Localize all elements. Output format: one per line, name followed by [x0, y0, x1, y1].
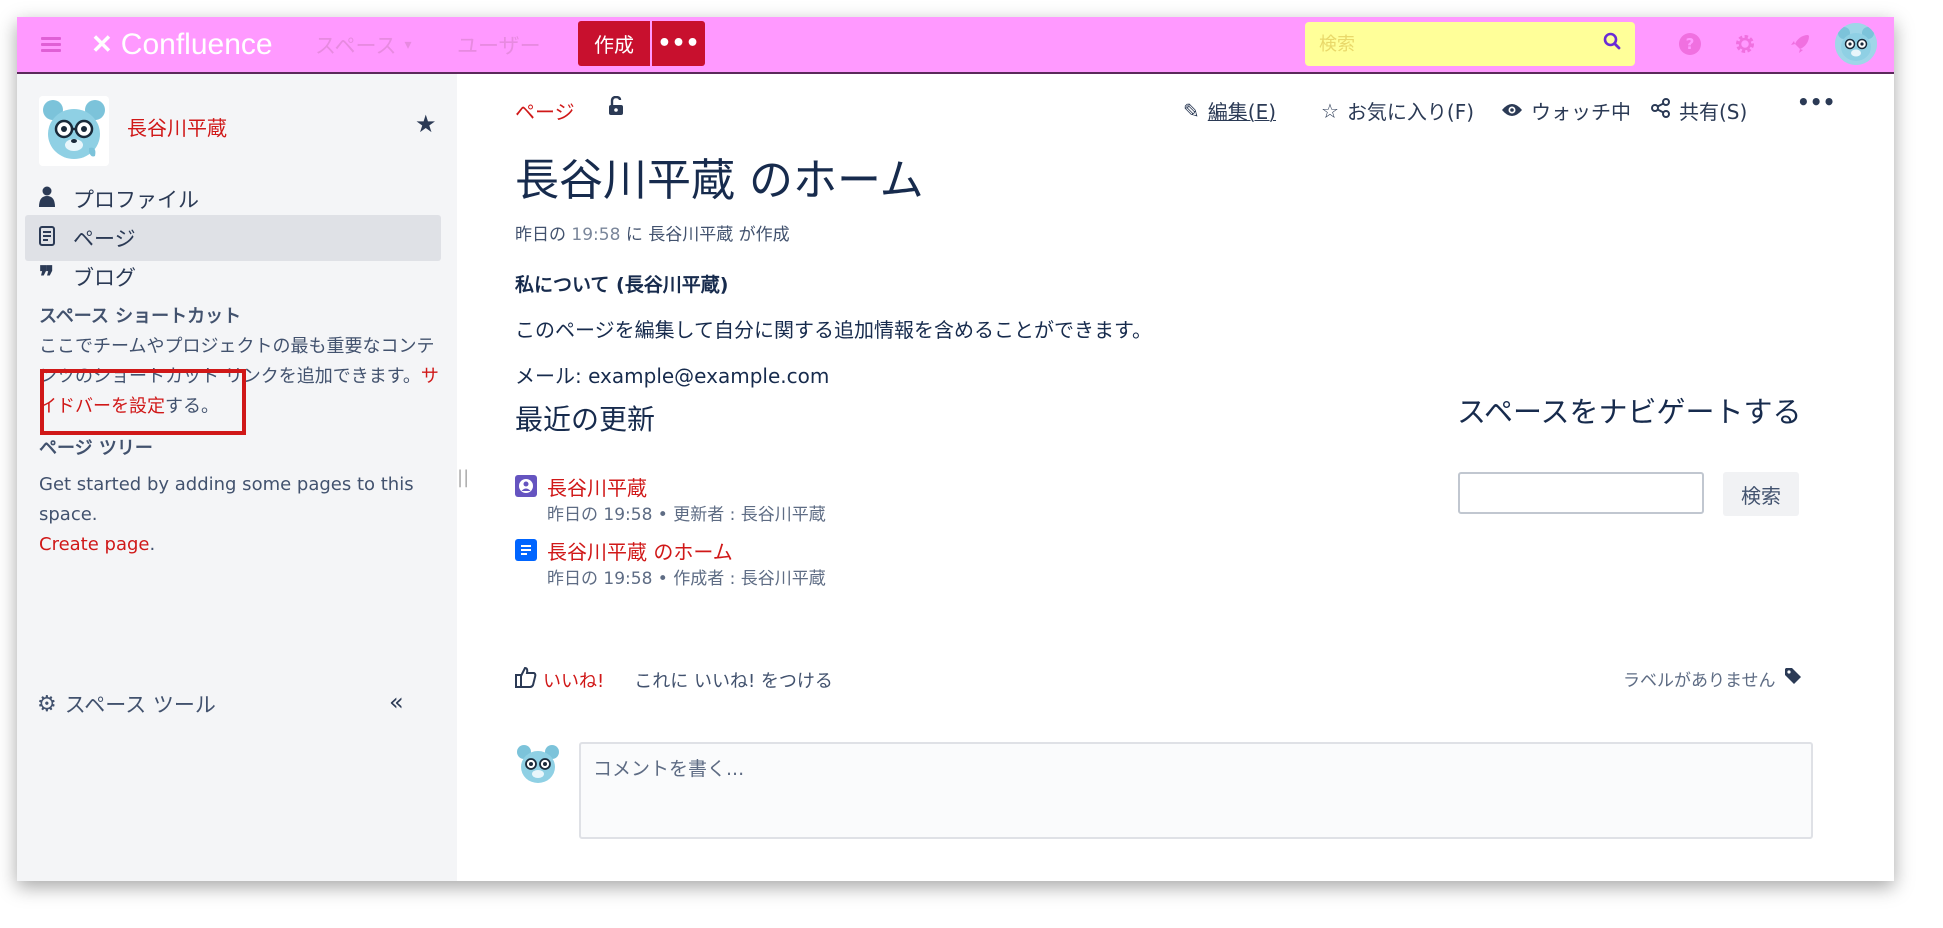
menu-icon[interactable] — [41, 17, 67, 72]
email-paragraph: メール: example@example.com — [515, 364, 830, 388]
page-tree-description: Get started by adding some pages to this… — [39, 470, 439, 560]
page-tree-text: Get started by adding some pages to this… — [39, 474, 414, 525]
app-window: ✕ Confluence スペース ▾ ユーザー 作成 ••• ? — [17, 17, 1894, 881]
about-paragraph: このページを編集して自分に関する追加情報を含めることができます。 — [515, 318, 1152, 342]
search-input[interactable] — [1305, 22, 1591, 66]
page-byline: 昨日の 19:58 に 長谷川平蔵 が作成 — [515, 220, 790, 245]
gear-icon: ⚙ — [37, 691, 57, 717]
top-navigation-bar: ✕ Confluence スペース ▾ ユーザー 作成 ••• ? — [17, 17, 1894, 74]
create-page-link[interactable]: Create page — [39, 534, 150, 555]
space-sidebar: 長谷川平蔵 ★ プロファイル ページ ❞ ブログ スペース ショートカット ここ… — [17, 74, 457, 881]
recent-update-link[interactable]: 長谷川平蔵 — [547, 472, 647, 501]
watch-label: ウォッチ中 — [1531, 100, 1631, 124]
edit-button[interactable]: ✎ 編集(E) — [1183, 96, 1276, 125]
share-button[interactable]: 共有(S) — [1651, 96, 1747, 125]
space-avatar[interactable] — [39, 96, 109, 166]
star-icon[interactable]: ★ — [415, 110, 437, 138]
share-icon — [1651, 98, 1671, 123]
page-tree-heading: ページ ツリー — [39, 438, 153, 459]
users-menu-label: ユーザー — [457, 33, 541, 58]
byline-time[interactable]: 19:58 — [571, 225, 620, 245]
sidebar-item-label: プロファイル — [73, 188, 199, 212]
page-title: 長谷川平蔵 のホーム — [515, 155, 924, 206]
navigate-space-heading: スペースをナビゲートする — [1457, 395, 1802, 429]
labels-area: ラベルがありません — [1623, 666, 1802, 691]
document-icon — [515, 539, 537, 561]
chevron-down-icon: ▾ — [404, 36, 412, 53]
like-prompt: これに いいね! をつける — [634, 671, 833, 692]
profile-icon — [515, 475, 537, 497]
sidebar-item-label: ブログ — [73, 266, 136, 290]
page-content: ページ ✎ 編集(E) ☆ お気に入り(F) ウォッチ中 共有(S) ••• 長… — [457, 74, 1894, 881]
quote-icon: ❞ — [39, 260, 55, 293]
space-tools-label: スペース ツール — [64, 693, 216, 717]
person-icon — [39, 186, 73, 213]
favorite-label: お気に入り(F) — [1346, 100, 1475, 124]
favorite-button[interactable]: ☆ お気に入り(F) — [1321, 96, 1474, 125]
recent-update-meta: 昨日の 19:58 • 更新者 : 長谷川平蔵 — [547, 505, 826, 525]
logo-text: Confluence — [120, 27, 273, 61]
page-tree-period: . — [149, 534, 156, 555]
spaces-menu-label: スペース — [315, 33, 397, 58]
svg-text:?: ? — [1686, 35, 1695, 53]
page-icon — [39, 225, 73, 251]
spaces-menu[interactable]: スペース ▾ — [315, 17, 412, 72]
like-button[interactable]: いいね! — [543, 667, 604, 693]
byline-prefix: 昨日の — [515, 225, 566, 245]
eye-icon — [1501, 99, 1523, 123]
no-labels-text: ラベルがありません — [1623, 671, 1776, 691]
recent-update-meta: 昨日の 19:58 • 作成者 : 長谷川平蔵 — [547, 569, 826, 589]
comment-user-avatar — [515, 742, 561, 788]
breadcrumb-pages[interactable]: ページ — [515, 96, 575, 125]
tag-icon[interactable] — [1784, 667, 1802, 690]
space-search-input[interactable] — [1458, 472, 1704, 514]
comment-input[interactable]: コメントを書く... — [579, 742, 1813, 839]
gear-icon[interactable] — [1730, 29, 1760, 59]
share-label: 共有(S) — [1679, 100, 1748, 124]
about-heading: 私について (長谷川平蔵) — [515, 274, 729, 296]
highlight-annotation-box — [40, 369, 246, 435]
shortcuts-heading: スペース ショートカット — [39, 306, 242, 327]
thumbs-up-icon[interactable] — [515, 666, 537, 694]
sidebar-item-blog[interactable]: ❞ ブログ — [25, 254, 441, 300]
create-more-button[interactable]: ••• — [652, 21, 705, 66]
create-button[interactable]: 作成 — [578, 21, 650, 66]
search-box — [1305, 22, 1635, 66]
byline-suffix: に 長谷川平蔵 が作成 — [625, 225, 790, 245]
unlock-icon[interactable] — [607, 95, 625, 121]
more-actions-button[interactable]: ••• — [1797, 90, 1835, 114]
space-name-link[interactable]: 長谷川平蔵 — [127, 112, 227, 141]
recent-update-link[interactable]: 長谷川平蔵 のホーム — [547, 536, 733, 565]
confluence-logo-icon: ✕ — [91, 29, 113, 59]
recent-updates-heading: 最近の更新 — [515, 403, 656, 436]
collapse-sidebar-button[interactable]: « — [389, 688, 404, 716]
user-avatar[interactable] — [1835, 23, 1877, 65]
edit-label: 編集(E) — [1207, 100, 1277, 124]
confluence-logo[interactable]: ✕ Confluence — [91, 17, 273, 72]
notifications-rocket-icon[interactable] — [1785, 29, 1815, 59]
help-icon[interactable]: ? — [1675, 29, 1705, 59]
users-menu[interactable]: ユーザー — [457, 17, 541, 72]
pencil-icon: ✎ — [1183, 98, 1200, 123]
star-outline-icon: ☆ — [1321, 98, 1339, 123]
watch-button[interactable]: ウォッチ中 — [1501, 96, 1631, 125]
like-row: いいね! これに いいね! をつける — [515, 666, 833, 694]
search-icon[interactable] — [1603, 32, 1621, 55]
space-search-button[interactable]: 検索 — [1723, 472, 1799, 516]
sidebar-item-label: ページ — [73, 227, 136, 251]
space-tools-button[interactable]: ⚙ スペース ツール — [37, 689, 216, 719]
